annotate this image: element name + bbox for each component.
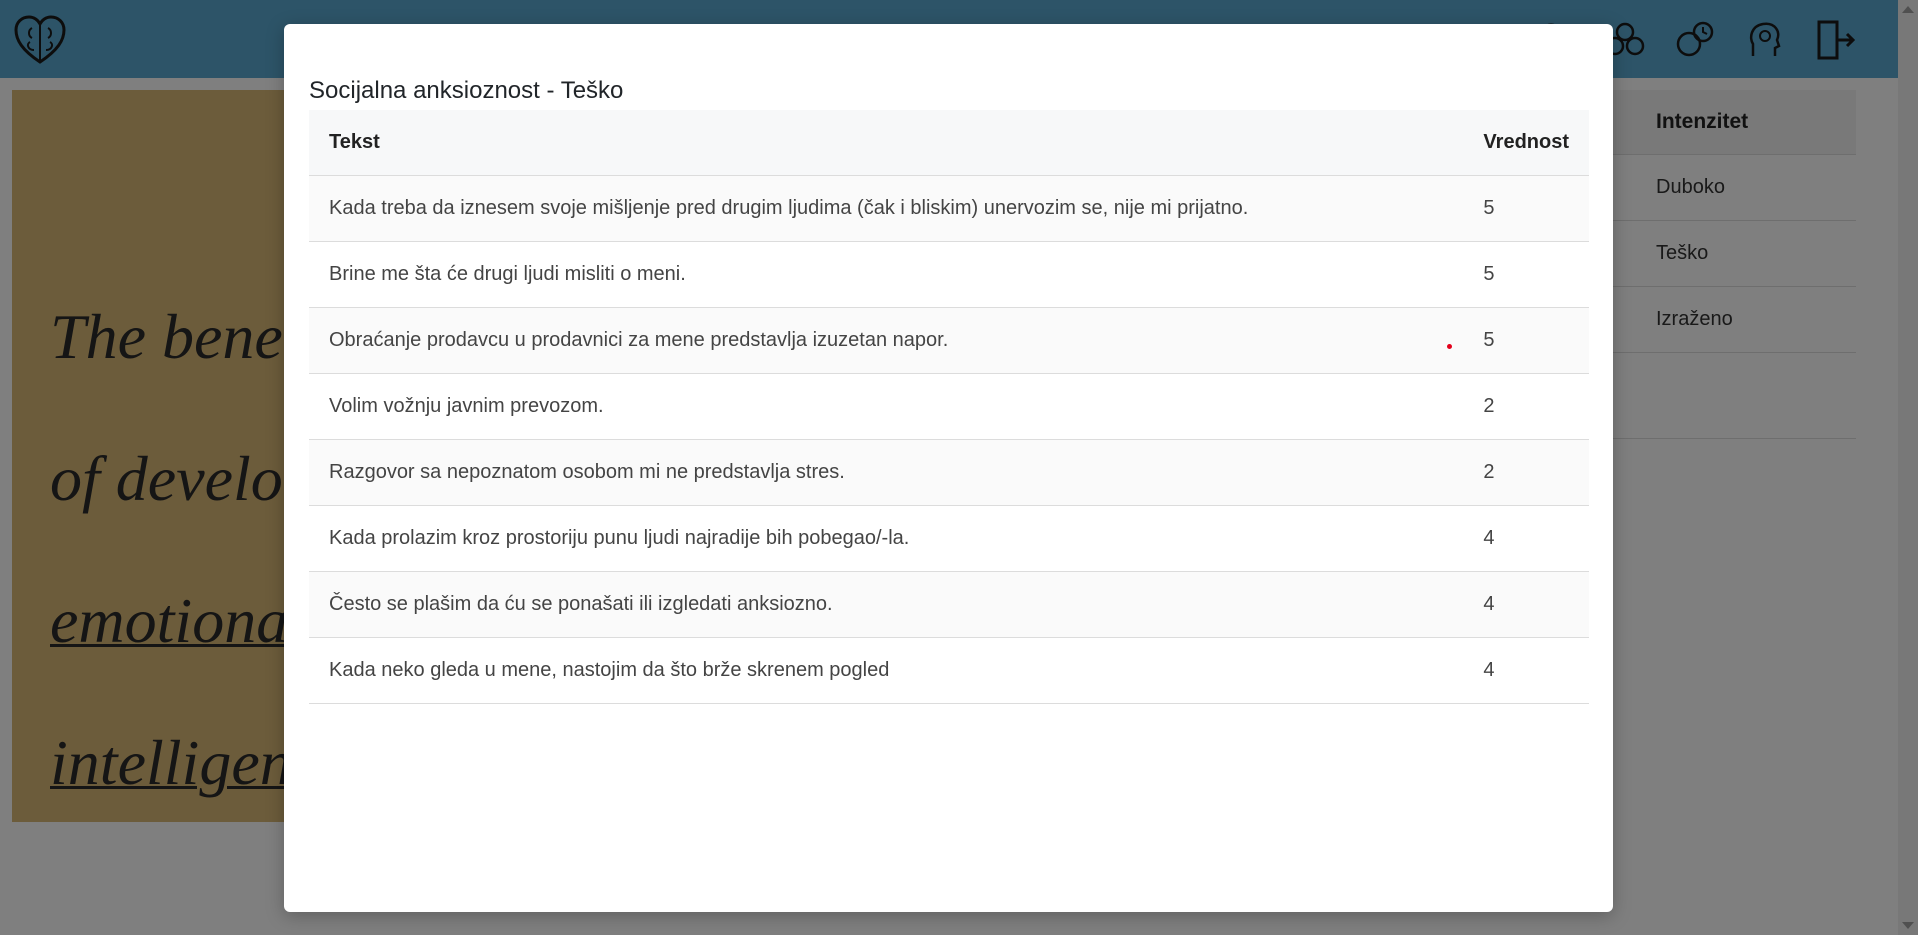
details-modal: Socijalna anksioznost - Teško Tekst Vred… xyxy=(284,24,1613,912)
row-text: Brine me šta će drugi ljudi misliti o me… xyxy=(309,241,1464,308)
row-value: 5 xyxy=(1463,307,1589,374)
row-value: 2 xyxy=(1463,373,1589,440)
table-row: Kada treba da iznesem svoje mišljenje pr… xyxy=(309,175,1589,242)
row-value: 4 xyxy=(1463,505,1589,572)
row-value: 5 xyxy=(1463,241,1589,308)
table-row: Obraćanje prodavcu u prodavnici za mene … xyxy=(309,307,1589,374)
row-value: 2 xyxy=(1463,439,1589,506)
table-row: Kada neko gleda u mene, nastojim da što … xyxy=(309,637,1589,704)
answers-table: Tekst Vrednost Kada treba da iznesem svo… xyxy=(309,110,1589,704)
column-header-value: Vrednost xyxy=(1463,110,1589,176)
row-text: Kada neko gleda u mene, nastojim da što … xyxy=(309,637,1464,704)
column-header-text: Tekst xyxy=(309,110,1464,176)
table-header-row: Tekst Vrednost xyxy=(309,110,1589,176)
row-value: 4 xyxy=(1463,637,1589,704)
cursor-dot xyxy=(1447,344,1452,349)
modal-title: Socijalna anksioznost - Teško xyxy=(309,77,624,104)
row-text: Volim vožnju javnim prevozom. xyxy=(309,373,1464,440)
table-row: Razgovor sa nepoznatom osobom mi ne pred… xyxy=(309,439,1589,506)
row-text: Razgovor sa nepoznatom osobom mi ne pred… xyxy=(309,439,1464,506)
row-text: Često se plašim da ću se ponašati ili iz… xyxy=(309,571,1464,638)
table-row: Volim vožnju javnim prevozom. 2 xyxy=(309,373,1589,440)
row-text: Kada prolazim kroz prostoriju punu ljudi… xyxy=(309,505,1464,572)
row-text: Kada treba da iznesem svoje mišljenje pr… xyxy=(309,175,1464,242)
row-value: 4 xyxy=(1463,571,1589,638)
table-row: Često se plašim da ću se ponašati ili iz… xyxy=(309,571,1589,638)
row-text: Obraćanje prodavcu u prodavnici za mene … xyxy=(309,307,1464,374)
row-value: 5 xyxy=(1463,175,1589,242)
table-row: Brine me šta će drugi ljudi misliti o me… xyxy=(309,241,1589,308)
table-row: Kada prolazim kroz prostoriju punu ljudi… xyxy=(309,505,1589,572)
